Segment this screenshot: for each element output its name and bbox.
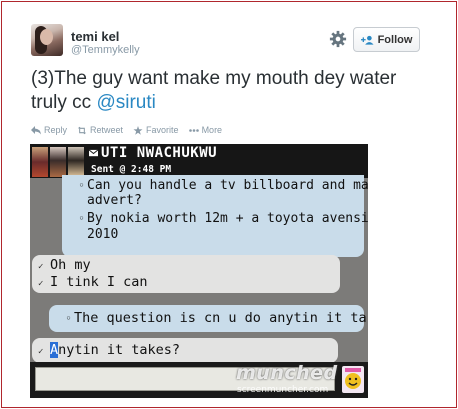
- follow-user-icon: [360, 35, 374, 45]
- message-line: 2010: [87, 227, 119, 242]
- smiley-icon: [342, 366, 364, 393]
- star-icon: [133, 125, 143, 135]
- user-name[interactable]: temi kel: [71, 29, 119, 44]
- tweet-actions: Reply Retweet Favorite More: [31, 125, 222, 135]
- message-bubble-received: ◦ Can you handle a tv billboard and mag a…: [62, 175, 368, 257]
- message-line: ◦ Can you handle a tv billboard and mag: [78, 178, 368, 193]
- more-dots-icon: [188, 128, 199, 132]
- watermark-brand: munched: [236, 362, 338, 384]
- retweet-button[interactable]: Retweet: [77, 125, 123, 135]
- follow-button[interactable]: Follow: [353, 27, 420, 52]
- reply-icon: [31, 125, 41, 134]
- attached-screenshot[interactable]: UTI NWACHUKWU Sent @ 2:48 PM ◦ Can you ha…: [30, 144, 368, 398]
- text-cursor: A: [50, 342, 59, 358]
- message-line: ✓ I tink I can: [38, 274, 148, 290]
- sent-time: Sent @ 2:48 PM: [91, 164, 172, 175]
- message-line: ✓ Oh my: [38, 257, 91, 273]
- message-line: ✓ Anytin it takes?: [38, 342, 181, 358]
- retweet-label: Retweet: [90, 125, 124, 135]
- avatar[interactable]: [31, 24, 63, 56]
- mention-link[interactable]: @siruti: [96, 92, 155, 113]
- user-handle[interactable]: @Temmykelly: [71, 44, 140, 56]
- favorite-button[interactable]: Favorite: [133, 125, 179, 135]
- follow-label: Follow: [377, 33, 413, 46]
- reply-label: Reply: [44, 125, 68, 135]
- message-line: advert?: [87, 193, 142, 208]
- reply-button[interactable]: Reply: [31, 125, 67, 135]
- favorite-label: Favorite: [146, 125, 179, 135]
- message-icon: [89, 149, 98, 157]
- watermark-site: screenmuncher.com: [237, 385, 329, 395]
- message-bubble-sent: ✓ Anytin it takes?: [32, 338, 338, 363]
- message-line: ◦ The question is cn u do anytin it takes…: [65, 310, 368, 326]
- contact-photos: [32, 147, 86, 177]
- tweet-body: (3)The guy want make my mouth dey water …: [31, 68, 397, 113]
- contact-name: UTI NWACHUKWU: [101, 145, 218, 161]
- chat-header: UTI NWACHUKWU Sent @ 2:48 PM: [30, 144, 368, 178]
- message-bubble-received: ◦ The question is cn u do anytin it takes…: [49, 305, 368, 332]
- message-line: ◦ By nokia worth 12m + a toyota avensis: [78, 211, 368, 226]
- more-button[interactable]: More: [188, 125, 223, 135]
- message-bubble-sent: ✓ Oh my ✓ I tink I can: [32, 255, 340, 293]
- more-label: More: [201, 125, 223, 135]
- gear-icon[interactable]: [329, 30, 347, 48]
- retweet-icon: [77, 126, 87, 134]
- tweet-text: (3)The guy want make my mouth dey water …: [31, 67, 431, 115]
